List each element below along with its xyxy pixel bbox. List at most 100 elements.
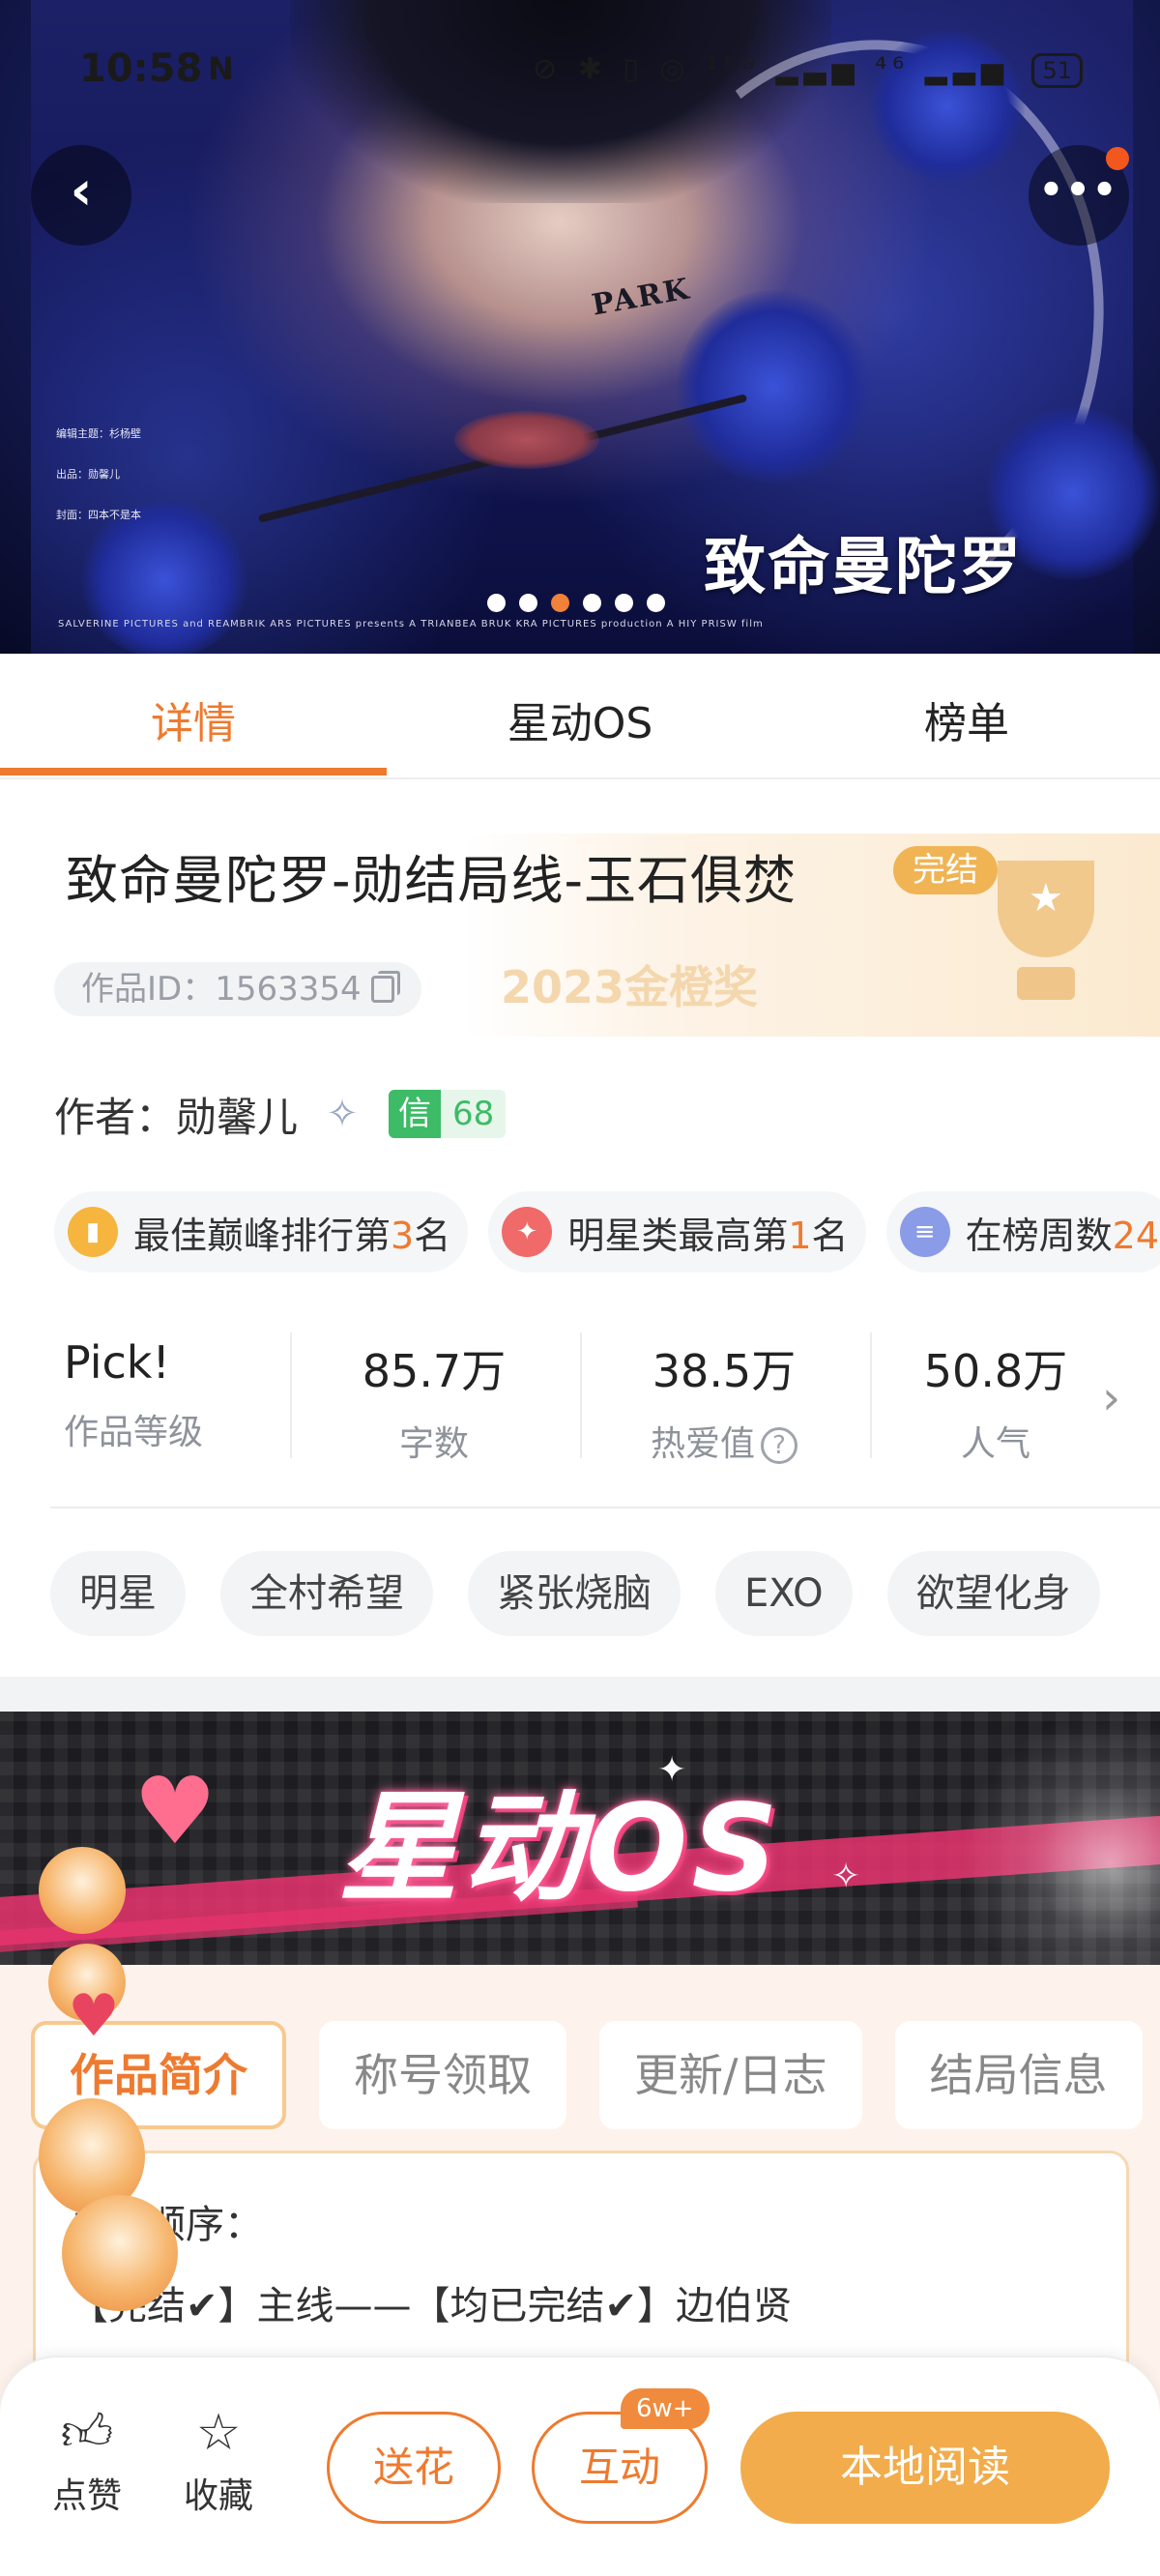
like-button[interactable]: 👍︎ 点赞 xyxy=(39,2404,135,2518)
carousel-dot[interactable] xyxy=(647,594,665,612)
ranking-chips: ▮ 最佳巅峰排行第3名 ✦ 明星类最高第1名 ≡ 在榜周数24 xyxy=(54,1191,1160,1274)
stat-label-text: 热爱值 xyxy=(650,1424,755,1464)
ranking-prefix: 明星类最高第 xyxy=(567,1214,789,1257)
send-flowers-button[interactable]: 送花 xyxy=(327,2412,501,2524)
tag-chip[interactable]: 紧张烧脑 xyxy=(468,1551,681,1636)
author-level-icon: ✧ xyxy=(326,1092,359,1136)
back-button[interactable]: ‹ xyxy=(31,145,131,246)
favorite-label: 收藏 xyxy=(183,2476,253,2516)
heart-icon: ♥ xyxy=(133,1757,218,1865)
tab-rankings[interactable]: 榜单 xyxy=(773,688,1160,750)
ranking-text: 明星类最高第1名 xyxy=(567,1206,848,1259)
sparkle-icon: ✧ xyxy=(831,1857,861,1896)
ranking-prefix: 在榜周数 xyxy=(965,1214,1113,1257)
stat-value: 38.5万 xyxy=(652,1345,797,1397)
ranking-text: 最佳巅峰排行第3名 xyxy=(133,1206,450,1259)
like-label: 点赞 xyxy=(51,2476,122,2516)
credit-badge[interactable]: 信 68 xyxy=(389,1090,507,1138)
stat-popularity: 50.8万 人气 xyxy=(880,1323,1112,1468)
status-icons: ⊘ ✱ ▯ ◎ ¹⁵ᴳ ▂▃▅ ⁴⁶ ▂▃▅ 51 xyxy=(533,52,1083,88)
ranking-suffix: 名 xyxy=(811,1214,849,1257)
award-label: 2023金橙奖 xyxy=(501,961,759,1013)
tab-star-os[interactable]: 星动OS xyxy=(387,688,773,750)
ranking-suffix: 名 xyxy=(414,1214,451,1257)
star-os-banner[interactable]: ♥ ✦ ✧ 星动OS xyxy=(0,1712,1160,1965)
section-gap xyxy=(0,1677,1160,1712)
ranking-chip-category[interactable]: ✦ 明星类最高第1名 xyxy=(488,1191,866,1273)
credit-value: 68 xyxy=(441,1090,507,1138)
stat-separator xyxy=(580,1332,582,1458)
favorite-button[interactable]: ☆ 收藏 xyxy=(170,2404,267,2518)
badge-icon: ✦ xyxy=(502,1207,553,1257)
status-time: 10:58 xyxy=(79,46,203,91)
cover-lips xyxy=(454,411,599,469)
stat-separator xyxy=(870,1332,872,1458)
ranking-chip-weeks[interactable]: ≡ 在榜周数24 xyxy=(885,1191,1160,1273)
poster-credits: 编辑主题：杉杨壁 出品：勋馨儿 封面：四本不是本 xyxy=(56,414,141,536)
stats-row[interactable]: Pick! 作品等级 85.7万 字数 38.5万 热爱值? 50.8万 人气 xyxy=(50,1323,1160,1468)
ranking-highlight: 1 xyxy=(788,1214,812,1257)
work-id-chip[interactable]: 作品ID：1563354 xyxy=(54,962,421,1016)
carousel-indicator xyxy=(487,594,665,613)
mascot-sticker[interactable]: ♥ xyxy=(29,1837,145,2243)
tag-chip[interactable]: EXO xyxy=(715,1551,853,1636)
tag-chip[interactable]: 欲望化身 xyxy=(886,1551,1100,1636)
os-tab-updates[interactable]: 更新/日志 xyxy=(599,2021,862,2129)
ranking-highlight: 24 xyxy=(1112,1214,1159,1257)
copy-icon[interactable] xyxy=(370,971,400,1003)
stat-grade: Pick! 作品等级 xyxy=(44,1323,238,1468)
stat-separator xyxy=(290,1332,292,1458)
stat-label: 热爱值? xyxy=(594,1416,855,1466)
help-icon[interactable]: ? xyxy=(761,1427,798,1464)
tag-chip[interactable]: 全村希望 xyxy=(220,1551,433,1636)
mascot-sticker[interactable] xyxy=(62,2195,188,2330)
novel-detail-page: PARK 编辑主题：杉杨壁 出品：勋馨儿 封面：四本不是本 致命曼陀罗 SALV… xyxy=(0,0,1160,2576)
signal-icons: ⊘ ✱ ▯ ◎ ¹⁵ᴳ ▂▃▅ ⁴⁶ ▂▃▅ xyxy=(533,52,1009,86)
ranking-highlight: 3 xyxy=(391,1214,415,1257)
carousel-dot[interactable] xyxy=(519,594,537,612)
more-icon: ••• xyxy=(1038,168,1119,213)
tab-details[interactable]: 详情 xyxy=(0,688,387,750)
tag-chip[interactable]: 明星 xyxy=(50,1551,186,1636)
local-read-button[interactable]: 本地阅读 xyxy=(740,2412,1110,2524)
stat-value: 50.8万 xyxy=(923,1345,1068,1397)
os-tab-titles[interactable]: 称号领取 xyxy=(319,2021,566,2129)
stat-value: 85.7万 xyxy=(362,1345,507,1397)
author-name[interactable]: 作者：勋馨儿 xyxy=(54,1085,298,1144)
book-title: 致命曼陀罗-勋结局线-玉石俱焚 xyxy=(66,850,797,911)
bar-chart-icon: ▮ xyxy=(68,1207,118,1257)
heart-icon: ♥ xyxy=(68,1982,120,2050)
star-os-title: 星动OS xyxy=(338,1779,782,1918)
status-bar: 10:58 N ⊘ ✱ ▯ ◎ ¹⁵ᴳ ▂▃▅ ⁴⁶ ▂▃▅ 51 xyxy=(0,43,1160,97)
interact-count-badge: 6w+ xyxy=(621,2388,710,2429)
star-outline-icon: ☆ xyxy=(195,2404,242,2462)
carousel-dot[interactable] xyxy=(615,594,633,612)
star-os-tabs: 作品简介 称号领取 更新/日志 结局信息 xyxy=(31,2021,1160,2129)
star-icon: ★ xyxy=(1029,876,1063,921)
stat-label: 作品等级 xyxy=(64,1413,204,1452)
stat-label: 人气 xyxy=(960,1424,1030,1464)
tag-list: 明星 全村希望 紧张烧脑 EXO 欲望化身 xyxy=(50,1551,1160,1640)
ranking-chip-peak[interactable]: ▮ 最佳巅峰排行第3名 xyxy=(54,1191,469,1273)
detail-tabs: 详情 星动OS 榜单 xyxy=(0,654,1160,779)
trophy-base xyxy=(1017,967,1075,1000)
carousel-dot[interactable] xyxy=(583,594,601,612)
poster-title: 致命曼陀罗 xyxy=(704,531,1023,603)
divider xyxy=(50,1507,1160,1508)
ranking-prefix: 最佳巅峰排行第 xyxy=(133,1214,392,1257)
cover-banner[interactable]: PARK 编辑主题：杉杨壁 出品：勋馨儿 封面：四本不是本 致命曼陀罗 SALV… xyxy=(0,0,1160,654)
poster-credit: 编辑主题：杉杨壁 xyxy=(56,427,141,440)
list-icon: ≡ xyxy=(899,1207,950,1257)
author-row[interactable]: 作者：勋馨儿 ✧ 信 68 xyxy=(54,1085,507,1144)
nfc-icon: N xyxy=(208,50,234,87)
stat-label: 字数 xyxy=(398,1424,469,1464)
chevron-right-icon[interactable]: › xyxy=(1102,1371,1120,1425)
poster-credit: 出品：勋馨儿 xyxy=(56,468,120,481)
ranking-text: 在榜周数24 xyxy=(966,1206,1159,1259)
os-tab-endings[interactable]: 结局信息 xyxy=(894,2021,1143,2129)
carousel-dot[interactable] xyxy=(487,594,506,612)
active-tab-underline xyxy=(0,768,387,776)
carousel-dot[interactable] xyxy=(551,594,569,612)
stat-value: Pick! xyxy=(64,1336,170,1389)
status-badge: 完结 xyxy=(893,846,998,894)
